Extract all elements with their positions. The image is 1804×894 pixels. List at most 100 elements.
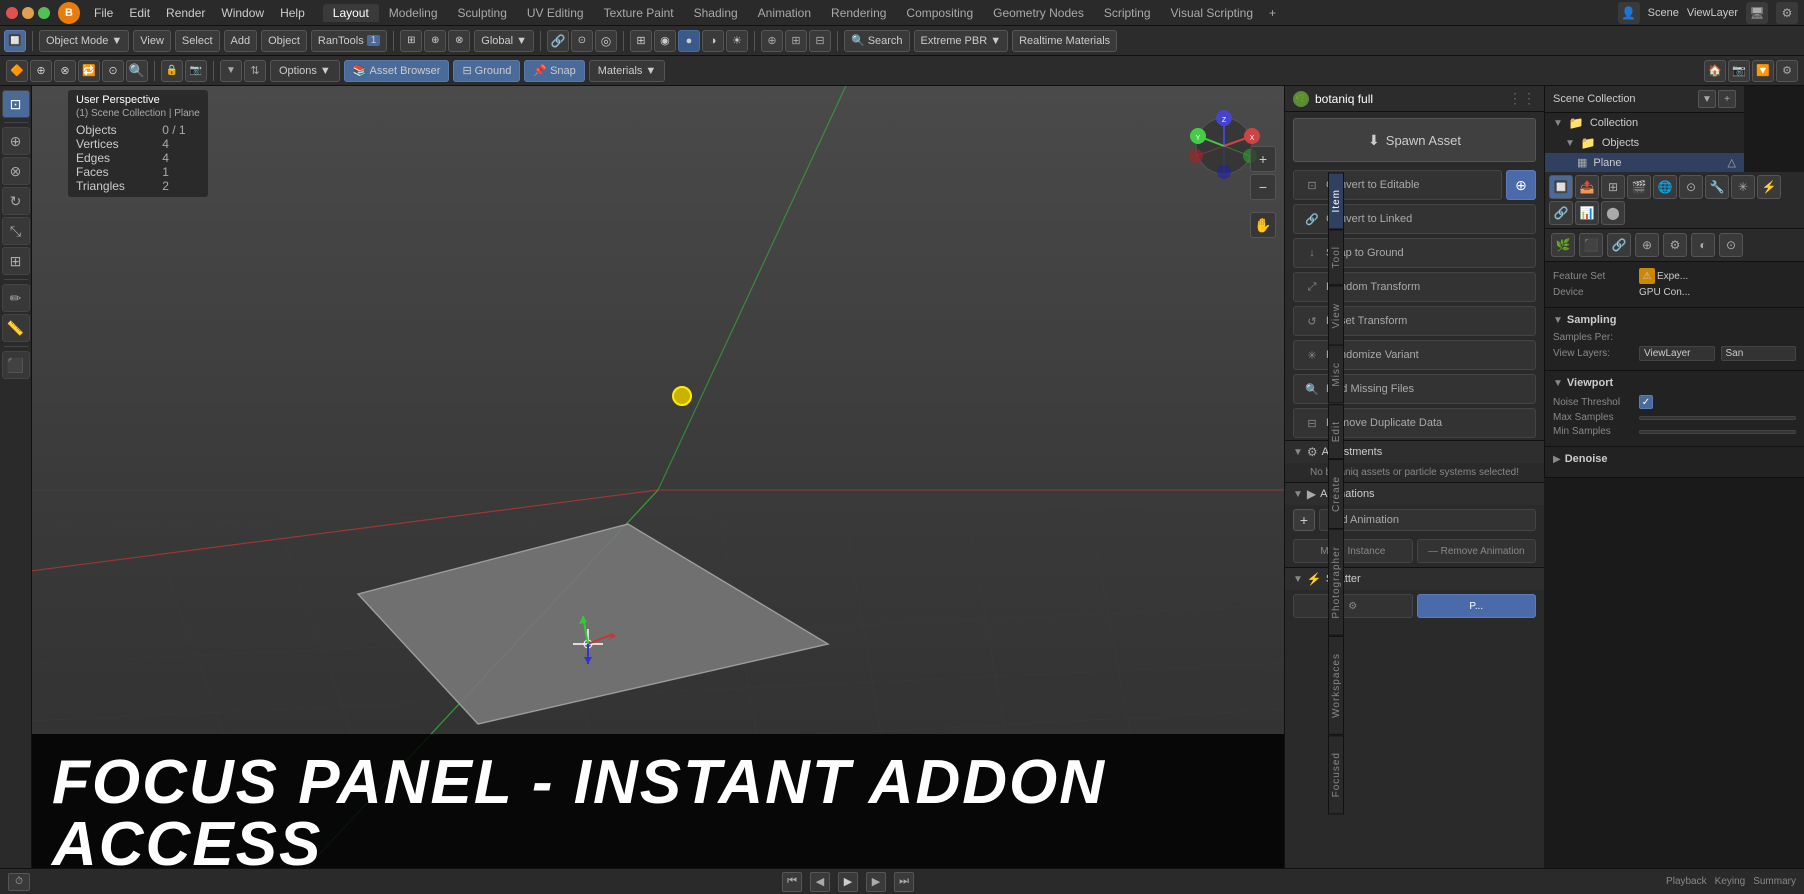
tab-focused[interactable]: Focused bbox=[1328, 735, 1344, 814]
tab-visual-scripting[interactable]: Visual Scripting bbox=[1161, 4, 1264, 22]
render-props-tab[interactable]: 🔲 bbox=[1549, 175, 1573, 199]
realtime-materials-btn[interactable]: Realtime Materials bbox=[1012, 30, 1117, 52]
tab-view[interactable]: View bbox=[1328, 286, 1344, 346]
viewport-icon-btn[interactable]: 🖥 bbox=[1746, 2, 1768, 24]
view-lock-icon[interactable]: 🔒 bbox=[161, 60, 183, 82]
viewport-section-header[interactable]: ▼ Viewport bbox=[1553, 377, 1796, 389]
min-samples-input[interactable] bbox=[1639, 430, 1796, 434]
options-btn[interactable]: Options ▼ bbox=[270, 60, 340, 82]
sampling-header[interactable]: ▼ Sampling bbox=[1553, 314, 1796, 326]
rantools-btn[interactable]: RanTools 1 bbox=[311, 30, 387, 52]
material-preview-icon[interactable]: ◑ bbox=[702, 30, 724, 52]
view-layer-props-tab[interactable]: ⊞ bbox=[1601, 175, 1625, 199]
noise-threshold-checkbox[interactable]: ✓ bbox=[1639, 395, 1653, 409]
objects-collection-item[interactable]: ▼ 📁 Objects bbox=[1545, 133, 1744, 153]
proportional-icon[interactable]: ◎ bbox=[595, 30, 617, 52]
maximize-window-btn[interactable] bbox=[38, 7, 50, 19]
extreme-pbr-tab[interactable]: ⬛ bbox=[1579, 233, 1603, 257]
overlay-toggle-icon[interactable]: ⊞ bbox=[785, 30, 807, 52]
denoise-header[interactable]: ▶ Denoise bbox=[1553, 453, 1796, 465]
particles-props-tab[interactable]: ✳ bbox=[1731, 175, 1755, 199]
add-menu-btn[interactable]: Add bbox=[224, 30, 258, 52]
move-tool-btn[interactable]: ⊗ bbox=[2, 157, 30, 185]
transform-tool-btn[interactable]: ⊞ bbox=[2, 247, 30, 275]
view-menu-btn[interactable]: View bbox=[133, 30, 171, 52]
transform-icon-2[interactable]: ⊕ bbox=[424, 30, 446, 52]
material-props-tab[interactable]: ⬤ bbox=[1601, 201, 1625, 225]
scatter-section-header[interactable]: ▼ ⚡ Scatter bbox=[1285, 567, 1544, 590]
settings-icon-btn[interactable]: ⚙ bbox=[1776, 2, 1798, 24]
physics-props-tab[interactable]: ⚡ bbox=[1757, 175, 1781, 199]
scene-icon-btn[interactable]: 🏠 bbox=[1704, 60, 1726, 82]
ground-btn[interactable]: ⊟ Ground bbox=[453, 60, 520, 82]
tab-geometry-nodes[interactable]: Geometry Nodes bbox=[983, 4, 1094, 22]
editor-type-btn[interactable]: 🔲 bbox=[4, 30, 26, 52]
scene-add-icon[interactable]: + bbox=[1718, 90, 1736, 108]
overlay-icon[interactable]: ⊞ bbox=[630, 30, 652, 52]
play-end-btn[interactable]: ⏭ bbox=[894, 872, 914, 892]
filter-icon[interactable]: ▼ bbox=[220, 60, 242, 82]
asset-browser-btn[interactable]: 📚 Asset Browser bbox=[344, 60, 450, 82]
tab-animation[interactable]: Animation bbox=[748, 4, 821, 22]
max-samples-input[interactable] bbox=[1639, 416, 1796, 420]
tab-item[interactable]: Item bbox=[1328, 172, 1344, 229]
extra-tab-1[interactable]: 🔗 bbox=[1607, 233, 1631, 257]
scatter-btn-1[interactable]: ⚙ bbox=[1293, 594, 1413, 618]
tab-texture-paint[interactable]: Texture Paint bbox=[594, 4, 684, 22]
global-dropdown[interactable]: Global ▼ bbox=[474, 30, 534, 52]
menu-window[interactable]: Window bbox=[213, 4, 272, 22]
plane-item[interactable]: ▦ Plane △ bbox=[1545, 153, 1744, 172]
tab-workspaces[interactable]: Workspaces bbox=[1328, 636, 1344, 735]
add-cube-tool-btn[interactable]: ⬛ bbox=[2, 351, 30, 379]
rotate-tool-btn[interactable]: ↻ bbox=[2, 187, 30, 215]
search-btn[interactable]: 🔍 Search bbox=[844, 30, 910, 52]
editor-icon-1[interactable]: 🔶 bbox=[6, 60, 28, 82]
scatter-btn-2[interactable]: P... bbox=[1417, 594, 1537, 618]
snap-btn[interactable]: 📌 Snap bbox=[524, 60, 584, 82]
adjustments-section-header[interactable]: ▼ ⚙ Adjustments bbox=[1285, 440, 1544, 463]
zoom-out-btn[interactable]: − bbox=[1250, 174, 1276, 200]
convert-editable-extra-btn[interactable]: ⊕ bbox=[1506, 170, 1536, 200]
annotate-tool-btn[interactable]: ✏ bbox=[2, 284, 30, 312]
search-small-icon[interactable]: 🔍 bbox=[126, 60, 148, 82]
snap-icon[interactable]: 🔗 bbox=[547, 30, 569, 52]
botaniq-tab[interactable]: 🌿 bbox=[1551, 233, 1575, 257]
animations-section-header[interactable]: ▼ ▶ Animations bbox=[1285, 482, 1544, 505]
tab-uv-editing[interactable]: UV Editing bbox=[517, 4, 594, 22]
extra-tab-5[interactable]: ⊙ bbox=[1719, 233, 1743, 257]
cursor-tool-btn[interactable]: ⊕ bbox=[2, 127, 30, 155]
gizmo-icon[interactable]: ⊕ bbox=[761, 30, 783, 52]
select-tool-btn[interactable]: ⊡ bbox=[2, 90, 30, 118]
menu-render[interactable]: Render bbox=[158, 4, 213, 22]
remove-animation-btn[interactable]: — Remove Animation bbox=[1417, 539, 1537, 563]
scale-tool-btn[interactable]: ⤡ bbox=[2, 217, 30, 245]
rendered-icon[interactable]: ☀ bbox=[726, 30, 748, 52]
close-window-btn[interactable] bbox=[6, 7, 18, 19]
timeline-icon[interactable]: ⏱ bbox=[8, 873, 30, 891]
tab-layout[interactable]: Layout bbox=[323, 4, 379, 22]
tab-tool[interactable]: Tool bbox=[1328, 229, 1344, 285]
play-start-btn[interactable]: ⏮ bbox=[782, 872, 802, 892]
next-frame-btn[interactable]: ▶ bbox=[866, 872, 886, 892]
settings-btn-2[interactable]: ⚙ bbox=[1776, 60, 1798, 82]
editor-icon-3[interactable]: ⊗ bbox=[54, 60, 76, 82]
constraints-props-tab[interactable]: 🔗 bbox=[1549, 201, 1573, 225]
zoom-in-btn[interactable]: + bbox=[1250, 146, 1276, 172]
camera-icon[interactable]: 📷 bbox=[185, 60, 207, 82]
tab-shading[interactable]: Shading bbox=[684, 4, 748, 22]
user-icon[interactable]: 👤 bbox=[1618, 2, 1640, 24]
add-workspace-btn[interactable]: + bbox=[1263, 4, 1282, 22]
wireframe-icon[interactable]: ◉ bbox=[654, 30, 676, 52]
sort-icon[interactable]: ⇅ bbox=[244, 60, 266, 82]
tab-photographer[interactable]: Photographer bbox=[1328, 529, 1344, 636]
editor-icon-4[interactable]: 🔁 bbox=[78, 60, 100, 82]
world-props-tab[interactable]: 🌐 bbox=[1653, 175, 1677, 199]
scene-filter-icon[interactable]: ▼ bbox=[1698, 90, 1716, 108]
xray-icon[interactable]: ⊟ bbox=[809, 30, 831, 52]
tab-edit[interactable]: Edit bbox=[1328, 404, 1344, 459]
add-animation-plus-btn[interactable]: + bbox=[1293, 509, 1315, 531]
tab-scripting[interactable]: Scripting bbox=[1094, 4, 1161, 22]
menu-help[interactable]: Help bbox=[272, 4, 313, 22]
prev-frame-btn[interactable]: ◀ bbox=[810, 872, 830, 892]
tab-compositing[interactable]: Compositing bbox=[896, 4, 983, 22]
